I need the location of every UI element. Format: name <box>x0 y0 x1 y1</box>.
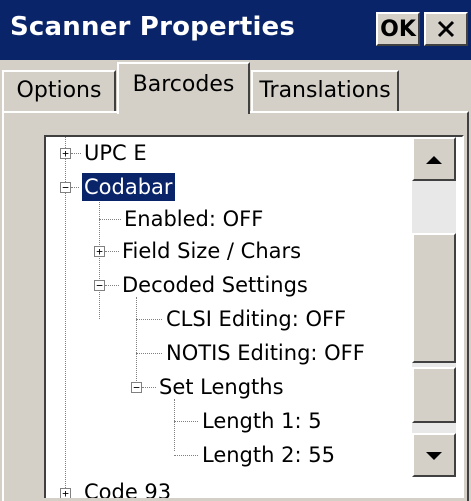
scroll-down-button[interactable] <box>412 433 456 477</box>
tree-line <box>174 421 198 422</box>
tree-line <box>142 387 156 388</box>
tree-line <box>174 399 175 451</box>
tree-node-clsi-editing[interactable]: CLSI Editing: OFF <box>166 305 346 333</box>
tree-node-code-93[interactable]: Code 93 <box>84 478 171 498</box>
tree-node-field-size[interactable]: Field Size / Chars <box>122 237 301 265</box>
tree-node-codabar[interactable]: Codabar <box>81 172 176 202</box>
minus-box-icon[interactable]: − <box>60 182 71 193</box>
tree-line <box>99 199 100 319</box>
tree-node-upc-e[interactable]: UPC E <box>84 139 147 167</box>
plus-box-icon[interactable]: + <box>94 246 105 257</box>
arrow-up-icon <box>425 150 443 169</box>
close-icon <box>437 20 455 38</box>
tree-line <box>136 297 137 385</box>
tree-line <box>174 455 198 456</box>
minus-box-icon[interactable]: − <box>131 382 142 393</box>
barcode-tree[interactable]: + − + − − + UPC E Codabar Enabled: OFF F… <box>44 135 464 498</box>
tab-translations[interactable]: Translations <box>251 70 399 112</box>
tree-line <box>105 285 119 286</box>
tree-line <box>105 251 119 252</box>
tree-node-enabled[interactable]: Enabled: OFF <box>124 205 263 233</box>
tree-node-notis-editing[interactable]: NOTIS Editing: OFF <box>166 339 365 367</box>
vertical-scrollbar[interactable] <box>412 137 456 477</box>
ok-button[interactable]: OK <box>376 12 420 46</box>
tree-line <box>71 187 79 188</box>
minus-box-icon[interactable]: − <box>94 280 105 291</box>
plus-box-icon[interactable]: + <box>60 148 71 159</box>
title-bar: Scanner Properties OK <box>0 0 471 60</box>
scrollbar-thumb-lower[interactable] <box>412 367 456 423</box>
tree-line <box>136 319 162 320</box>
tree-node-set-lengths[interactable]: Set Lengths <box>159 373 284 401</box>
tree-line <box>71 153 81 154</box>
tab-options[interactable]: Options <box>2 70 116 112</box>
scroll-up-button[interactable] <box>412 137 456 181</box>
window-title: Scanner Properties <box>10 12 296 42</box>
tree-line <box>136 353 162 354</box>
tree-node-length-2[interactable]: Length 2: 55 <box>202 441 335 469</box>
tree-line <box>99 219 121 220</box>
close-button[interactable] <box>424 12 468 46</box>
plus-box-icon[interactable]: + <box>60 488 71 498</box>
scrollbar-thumb[interactable] <box>412 233 456 363</box>
tree-node-decoded-settings[interactable]: Decoded Settings <box>122 271 308 299</box>
tab-barcodes[interactable]: Barcodes <box>117 62 250 114</box>
tree-node-length-1[interactable]: Length 1: 5 <box>202 407 322 435</box>
arrow-down-icon <box>425 446 443 465</box>
